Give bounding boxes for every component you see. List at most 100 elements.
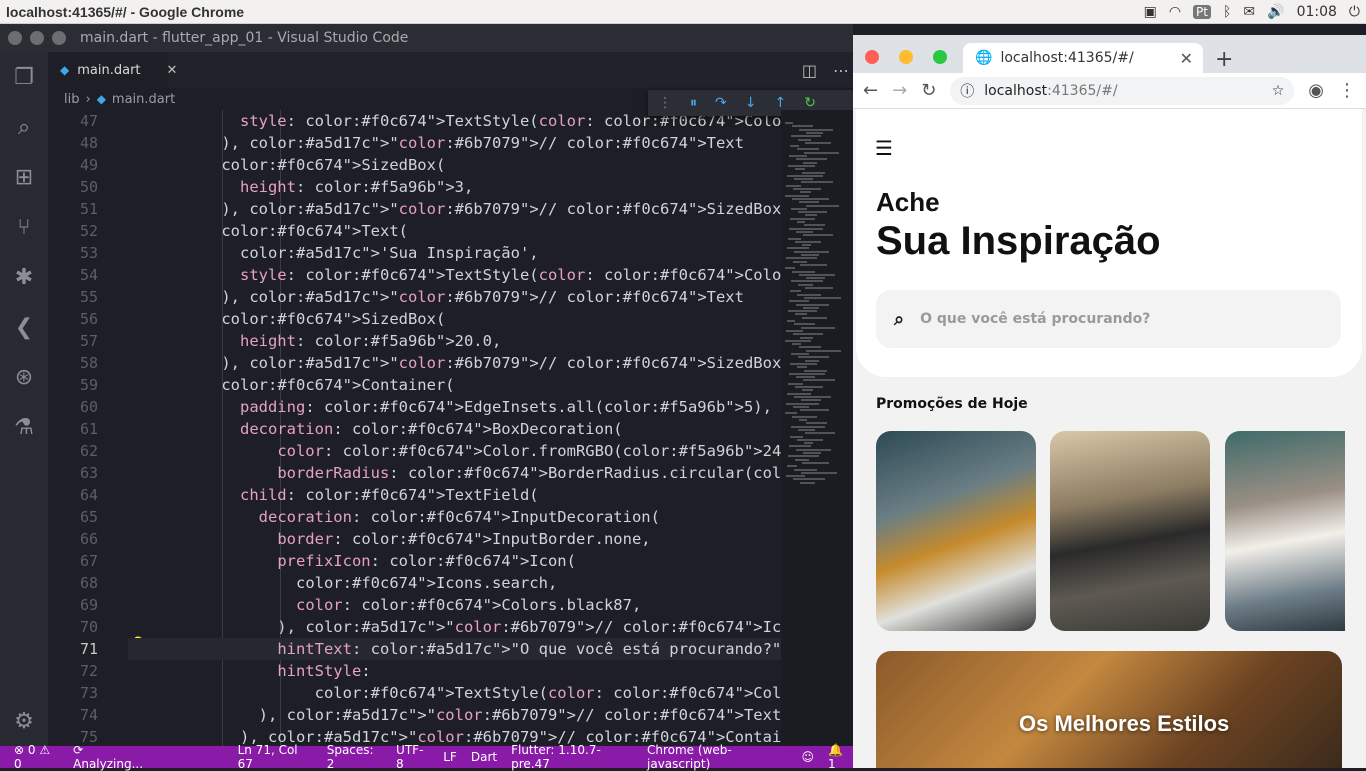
code-line[interactable]: padding: color:#f0c674">EdgeInsets.all(c… bbox=[128, 396, 781, 418]
test-flask-icon[interactable]: ⚗ bbox=[0, 402, 48, 452]
step-out-icon[interactable]: ↑ bbox=[774, 95, 786, 111]
split-editor-icon[interactable]: ◫ bbox=[802, 61, 817, 80]
screen-icon[interactable]: ▣ bbox=[1144, 4, 1157, 20]
chrome-close-button[interactable] bbox=[865, 50, 879, 64]
close-tab-icon[interactable]: ✕ bbox=[167, 63, 178, 78]
minimap-line bbox=[799, 273, 835, 276]
code-line[interactable]: style: color:#f0c674">TextStyle(color: c… bbox=[128, 264, 781, 286]
code-line[interactable]: ), color:#a5d17c">"color:#6b7079">// col… bbox=[128, 704, 781, 726]
target-device[interactable]: Chrome (web-javascript) bbox=[647, 743, 787, 771]
code-line[interactable]: color:#f0c674">SizedBox( bbox=[128, 308, 781, 330]
code-line[interactable]: color:#f0c674">Text( bbox=[128, 220, 781, 242]
hamburger-menu-icon[interactable]: ☰ bbox=[875, 136, 893, 160]
code-line[interactable]: color:#f0c674">TextStyle(color: color:#f… bbox=[128, 682, 781, 704]
problems-indicator[interactable]: ⊗ 0 ⚠ 0 bbox=[14, 743, 59, 771]
step-into-icon[interactable]: ↓ bbox=[745, 95, 757, 111]
code-line[interactable]: ), color:#a5d17c">"color:#6b7079">// col… bbox=[128, 198, 781, 220]
drag-handle-icon[interactable]: ⋮ bbox=[658, 95, 672, 111]
code-line[interactable]: height: color:#f5a96b">3, bbox=[128, 176, 781, 198]
code-line[interactable]: height: color:#f5a96b">20.0, bbox=[128, 330, 781, 352]
maximize-window-button[interactable] bbox=[52, 31, 66, 45]
code-line[interactable]: hintStyle: bbox=[128, 660, 781, 682]
restart-icon[interactable]: ↻ bbox=[804, 95, 816, 111]
flutter-icon[interactable]: ❮ bbox=[0, 302, 48, 352]
minimap-line bbox=[794, 178, 813, 181]
code-line[interactable]: decoration: color:#f0c674">InputDecorati… bbox=[128, 506, 781, 528]
code-line[interactable]: borderRadius: color:#f0c674">BorderRadiu… bbox=[128, 462, 781, 484]
settings-gear-icon[interactable]: ⚙ bbox=[0, 696, 48, 746]
wifi-icon[interactable]: ◠ bbox=[1169, 4, 1181, 20]
minimap-line bbox=[800, 191, 811, 194]
source-control-icon[interactable]: ⑂ bbox=[0, 202, 48, 252]
feedback-icon[interactable]: ☺ bbox=[801, 750, 814, 764]
info-icon[interactable]: ⓘ bbox=[960, 81, 974, 101]
end-of-line[interactable]: LF bbox=[443, 750, 457, 764]
forward-icon[interactable]: → bbox=[892, 80, 907, 101]
code-line[interactable]: color: color:#f0c674">Colors.black87, bbox=[128, 594, 781, 616]
language-mode[interactable]: Dart bbox=[471, 750, 497, 764]
bluetooth-icon[interactable]: ᛒ bbox=[1223, 4, 1231, 20]
window-title: localhost:41365/#/ - Google Chrome bbox=[6, 3, 245, 20]
clock[interactable]: 01:08 bbox=[1297, 4, 1337, 20]
code-line[interactable]: prefixIcon: color:#f0c674">Icon( bbox=[128, 550, 781, 572]
tab-main-dart[interactable]: ◆ main.dart ✕ bbox=[48, 52, 177, 88]
chrome-maximize-button[interactable] bbox=[933, 50, 947, 64]
minimap-line bbox=[802, 244, 811, 247]
code-line[interactable]: decoration: color:#f0c674">BoxDecoration… bbox=[128, 418, 781, 440]
minimize-window-button[interactable] bbox=[30, 31, 44, 45]
flutter-version[interactable]: Flutter: 1.10.7-pre.47 bbox=[511, 743, 633, 771]
extensions-icon[interactable]: ⊞ bbox=[0, 152, 48, 202]
chrome-menu-icon[interactable]: ⋮ bbox=[1338, 80, 1356, 101]
git-graph-icon[interactable]: ⊛ bbox=[0, 352, 48, 402]
pause-icon[interactable]: ⏸ bbox=[690, 95, 697, 111]
explorer-icon[interactable]: ❐ bbox=[0, 52, 48, 102]
code-line[interactable]: color:#f0c674">Container( bbox=[128, 374, 781, 396]
power-icon[interactable]: ⏻ bbox=[1349, 4, 1360, 20]
search-field[interactable]: ⌕ O que você está procurando? bbox=[876, 290, 1341, 348]
breadcrumb-file[interactable]: main.dart bbox=[112, 92, 175, 107]
promo-card-3[interactable] bbox=[1225, 431, 1345, 631]
profile-icon[interactable]: ◉ bbox=[1308, 80, 1324, 101]
code-line[interactable]: color: color:#f0c674">Color.fromRGBO(col… bbox=[128, 440, 781, 462]
promo-card-1[interactable] bbox=[876, 431, 1036, 631]
code-line[interactable]: ), color:#a5d17c">"color:#6b7079">// col… bbox=[128, 352, 781, 374]
bookmark-star-icon[interactable]: ☆ bbox=[1272, 83, 1285, 99]
search-icon[interactable]: ⌕ bbox=[0, 102, 48, 152]
cursor-position[interactable]: Ln 71, Col 67 bbox=[238, 743, 313, 771]
reload-icon[interactable]: ↻ bbox=[921, 80, 936, 101]
code-line[interactable]: ), color:#a5d17c">"color:#6b7079">// col… bbox=[128, 132, 781, 154]
notifications[interactable]: 🔔 1 bbox=[828, 743, 853, 771]
indentation[interactable]: Spaces: 2 bbox=[327, 743, 382, 771]
back-icon[interactable]: ← bbox=[863, 80, 878, 101]
code-line[interactable]: color:#f0c674">Icons.search, bbox=[128, 572, 781, 594]
styles-banner[interactable]: Os Melhores Estilos bbox=[876, 651, 1342, 768]
analyzing-status[interactable]: ⟳ Analyzing... bbox=[73, 743, 153, 771]
address-bar[interactable]: ⓘ localhost:41365/#/ ☆ bbox=[950, 76, 1295, 105]
code-line[interactable]: hintText: color:#a5d17c">"O que você est… bbox=[128, 638, 781, 660]
code-line[interactable]: color:#f0c674">SizedBox( bbox=[128, 154, 781, 176]
step-over-icon[interactable]: ↷ bbox=[715, 95, 727, 111]
volume-icon[interactable]: 🔊 bbox=[1267, 4, 1284, 20]
minimap-line bbox=[802, 171, 825, 174]
code-line[interactable]: border: color:#f0c674">InputBorder.none, bbox=[128, 528, 781, 550]
close-window-button[interactable] bbox=[8, 31, 22, 45]
mail-icon[interactable]: ✉ bbox=[1243, 4, 1255, 20]
minimap-line bbox=[800, 336, 813, 339]
keyboard-layout[interactable]: Pt bbox=[1193, 4, 1211, 19]
new-tab-button[interactable]: + bbox=[1215, 47, 1233, 72]
promo-card-2[interactable] bbox=[1050, 431, 1210, 631]
code-line[interactable]: ), color:#a5d17c">"color:#6b7079">// col… bbox=[128, 616, 781, 638]
minimap[interactable] bbox=[781, 110, 853, 746]
more-actions-icon[interactable]: ⋯ bbox=[833, 61, 849, 80]
code-editor[interactable]: 47 48 49 50 51 52 53 54 55 56 57 58 59 60 61 62 63 64 65 66… bbox=[48, 110, 781, 746]
chrome-minimize-button[interactable] bbox=[899, 50, 913, 64]
close-tab-icon[interactable]: ✕ bbox=[1180, 49, 1193, 68]
chrome-tab[interactable]: 🌐 localhost:41365/#/ ✕ bbox=[963, 43, 1203, 73]
encoding[interactable]: UTF-8 bbox=[396, 743, 429, 771]
breadcrumb-folder[interactable]: lib bbox=[64, 92, 79, 107]
code-line[interactable]: child: color:#f0c674">TextField( bbox=[128, 484, 781, 506]
minimap-line bbox=[795, 168, 805, 171]
code-line[interactable]: color:#a5d17c">'Sua Inspiração', bbox=[128, 242, 781, 264]
code-line[interactable]: ), color:#a5d17c">"color:#6b7079">// col… bbox=[128, 286, 781, 308]
debug-icon[interactable]: ✱ bbox=[0, 252, 48, 302]
